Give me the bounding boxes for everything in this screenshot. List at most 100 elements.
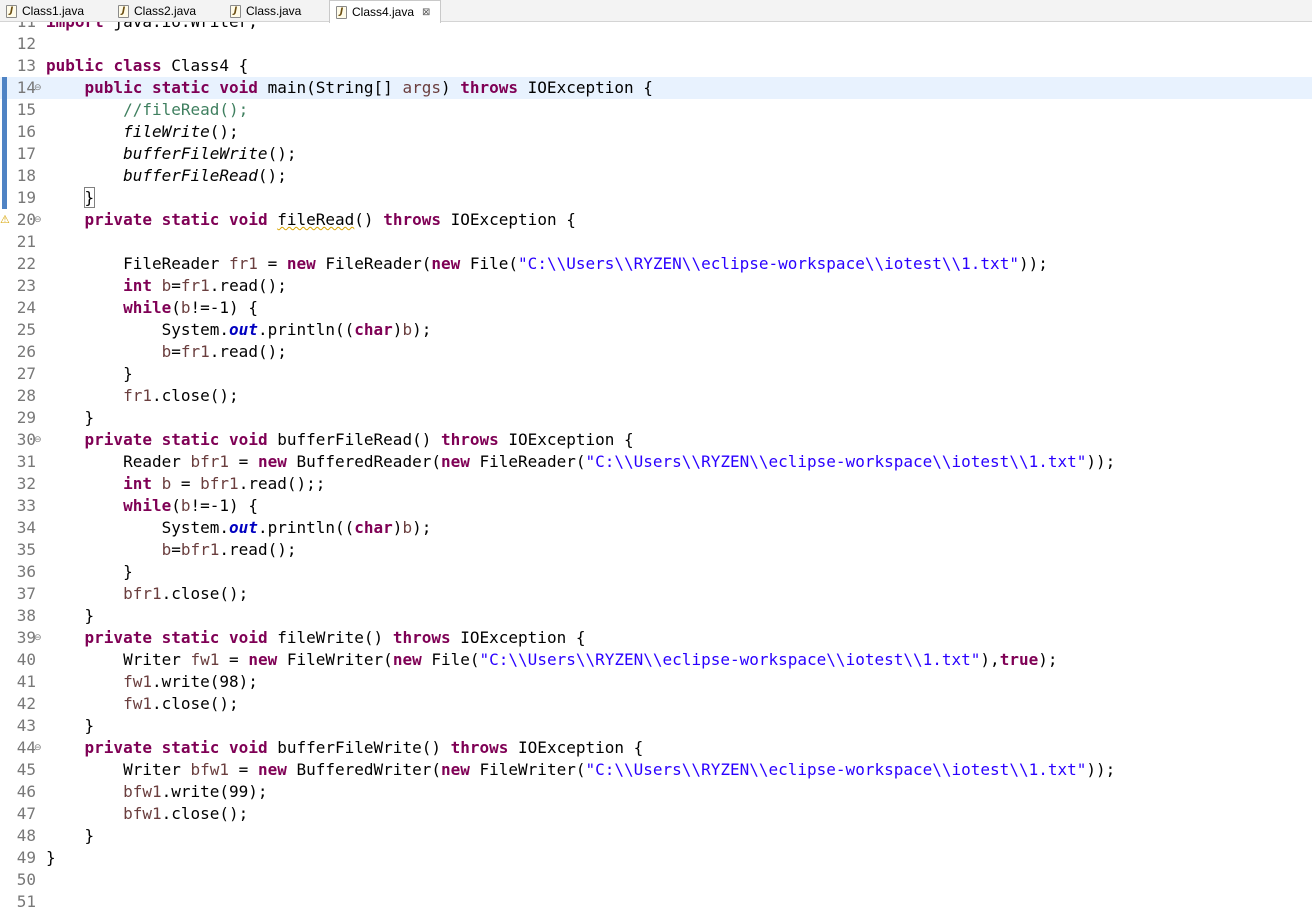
code-line[interactable]: 46 bfw1.write(99); xyxy=(0,781,1312,803)
code-text[interactable]: } xyxy=(46,715,95,737)
code-editor[interactable]: 11 import java.io.Writer; 12 13 public class… xyxy=(0,22,1312,914)
code-line[interactable]: 51 xyxy=(0,891,1312,913)
line-number: 11 xyxy=(0,22,36,33)
code-line[interactable]: 31 Reader bfr1 = new BufferedReader(new … xyxy=(0,451,1312,473)
line-number: 34 xyxy=(16,518,36,537)
code-line[interactable]: 35 b=bfr1.read(); xyxy=(0,539,1312,561)
code-line[interactable]: 48 } xyxy=(0,825,1312,847)
code-text[interactable]: private static void fileRead() throws IO… xyxy=(46,209,576,231)
code-text[interactable]: private static void bufferFileWrite() th… xyxy=(46,737,644,759)
code-text[interactable]: fileWrite(); xyxy=(46,121,239,143)
code-line[interactable]: 34 System.out.println((char)b); xyxy=(0,517,1312,539)
code-text[interactable]: Reader bfr1 = new BufferedReader(new Fil… xyxy=(46,451,1115,473)
line-number: 29 xyxy=(16,408,36,427)
code-text[interactable]: int b=fr1.read(); xyxy=(46,275,287,297)
code-line[interactable]: 42 fw1.close(); xyxy=(0,693,1312,715)
line-number: 21 xyxy=(16,232,36,251)
tab-class4-java[interactable]: J Class4.java ⊠ xyxy=(329,0,441,23)
code-line[interactable]: 26 b=fr1.read(); xyxy=(0,341,1312,363)
code-text[interactable]: bfr1.close(); xyxy=(46,583,248,605)
code-text[interactable]: b=bfr1.read(); xyxy=(46,539,297,561)
code-line[interactable]: 25 System.out.println((char)b); xyxy=(0,319,1312,341)
line-number: 23 xyxy=(16,276,36,295)
line-number: 32 xyxy=(16,474,36,493)
code-line[interactable]: 38 } xyxy=(0,605,1312,627)
code-line[interactable]: 19 } xyxy=(0,187,1312,209)
code-line[interactable]: 12 xyxy=(0,33,1312,55)
fold-toggle-icon[interactable]: ⊖ xyxy=(34,435,42,445)
code-line[interactable]: 27 } xyxy=(0,363,1312,385)
fold-toggle-icon[interactable]: ⊖ xyxy=(34,743,42,753)
code-line[interactable]: 45 Writer bfw1 = new BufferedWriter(new … xyxy=(0,759,1312,781)
code-line[interactable]: 50 xyxy=(0,869,1312,891)
code-line[interactable]: 47 bfw1.close(); xyxy=(0,803,1312,825)
code-line[interactable]: 41 fw1.write(98); xyxy=(0,671,1312,693)
code-line[interactable]: 39 ⊖ private static void fileWrite() thro… xyxy=(0,627,1312,649)
tab-class-java[interactable]: J Class.java xyxy=(224,0,328,22)
code-line[interactable]: 33 while(b!=-1) { xyxy=(0,495,1312,517)
code-line[interactable]: 16 fileWrite(); xyxy=(0,121,1312,143)
code-line[interactable]: 23 int b=fr1.read(); xyxy=(0,275,1312,297)
code-text[interactable]: } xyxy=(46,561,133,583)
code-line[interactable]: 18 bufferFileRead(); xyxy=(0,165,1312,187)
code-line[interactable]: 14 ⊖ public static void main(String[] arg… xyxy=(0,77,1312,99)
code-text[interactable]: while(b!=-1) { xyxy=(46,297,258,319)
tab-class1-java[interactable]: J Class1.java xyxy=(0,0,110,22)
code-line[interactable]: 30 ⊖ private static void bufferFileRead()… xyxy=(0,429,1312,451)
code-text[interactable]: bfw1.close(); xyxy=(46,803,248,825)
code-text[interactable]: System.out.println((char)b); xyxy=(46,319,432,341)
code-text[interactable]: while(b!=-1) { xyxy=(46,495,258,517)
fold-toggle-icon[interactable]: ⊖ xyxy=(34,83,42,93)
code-text[interactable]: private static void fileWrite() throws I… xyxy=(46,627,586,649)
code-line[interactable]: 24 while(b!=-1) { xyxy=(0,297,1312,319)
code-text[interactable]: } xyxy=(46,847,56,869)
code-line[interactable]: 17 bufferFileWrite(); xyxy=(0,143,1312,165)
code-text[interactable]: } xyxy=(46,187,96,209)
code-line[interactable]: 29 } xyxy=(0,407,1312,429)
code-line[interactable]: 13 public class Class4 { xyxy=(0,55,1312,77)
code-text[interactable]: fw1.write(98); xyxy=(46,671,258,693)
code-text[interactable]: } xyxy=(46,407,95,429)
code-line[interactable]: 49} xyxy=(0,847,1312,869)
code-line[interactable]: 36 } xyxy=(0,561,1312,583)
code-line[interactable]: 37 bfr1.close(); xyxy=(0,583,1312,605)
code-text[interactable]: } xyxy=(46,363,133,385)
code-text[interactable]: System.out.println((char)b); xyxy=(46,517,432,539)
code-text[interactable]: FileReader fr1 = new FileReader(new File… xyxy=(46,253,1048,275)
code-line[interactable]: 40 Writer fw1 = new FileWriter(new File(… xyxy=(0,649,1312,671)
code-text[interactable]: bufferFileWrite(); xyxy=(46,143,296,165)
code-line[interactable]: 44 ⊖ private static void bufferFileWrite(… xyxy=(0,737,1312,759)
tab-label: Class4.java xyxy=(352,5,415,19)
line-number: 35 xyxy=(16,540,36,559)
close-icon[interactable]: ⊠ xyxy=(422,7,430,18)
code-text[interactable]: private static void bufferFileRead() thr… xyxy=(46,429,634,451)
line-number: 24 xyxy=(16,298,36,317)
code-text[interactable]: bfw1.write(99); xyxy=(46,781,268,803)
code-text[interactable]: import java.io.Writer; xyxy=(46,22,258,33)
tab-class2-java[interactable]: J Class2.java xyxy=(112,0,222,22)
code-text[interactable]: } xyxy=(46,825,95,847)
code-text[interactable]: fw1.close(); xyxy=(46,693,239,715)
code-line[interactable]: 43 } xyxy=(0,715,1312,737)
code-line[interactable]: 22 FileReader fr1 = new FileReader(new F… xyxy=(0,253,1312,275)
code-text[interactable]: } xyxy=(46,605,95,627)
code-text[interactable]: bufferFileRead(); xyxy=(46,165,287,187)
code-text[interactable]: int b = bfr1.read();; xyxy=(46,473,325,495)
code-line[interactable]: 28 fr1.close(); xyxy=(0,385,1312,407)
code-line[interactable]: 21 xyxy=(0,231,1312,253)
code-text[interactable]: Writer bfw1 = new BufferedWriter(new Fil… xyxy=(46,759,1115,781)
code-line[interactable]: 11 import java.io.Writer; xyxy=(0,22,1312,33)
code-text[interactable]: Writer fw1 = new FileWriter(new File("C:… xyxy=(46,649,1057,671)
code-text[interactable]: public class Class4 { xyxy=(46,55,248,77)
code-text[interactable]: public static void main(String[] args) t… xyxy=(46,77,653,99)
code-text[interactable]: fr1.close(); xyxy=(46,385,239,407)
code-text[interactable]: b=fr1.read(); xyxy=(46,341,287,363)
line-number: 28 xyxy=(16,386,36,405)
code-line[interactable]: 15 //fileRead(); xyxy=(0,99,1312,121)
code-line[interactable]: ⚠ 20 ⊖ private static void fileRead() thro… xyxy=(0,209,1312,231)
line-number: 45 xyxy=(16,760,36,779)
fold-toggle-icon[interactable]: ⊖ xyxy=(34,633,42,643)
code-line[interactable]: 32 int b = bfr1.read();; xyxy=(0,473,1312,495)
code-text[interactable]: //fileRead(); xyxy=(46,99,248,121)
fold-toggle-icon[interactable]: ⊖ xyxy=(34,215,42,225)
